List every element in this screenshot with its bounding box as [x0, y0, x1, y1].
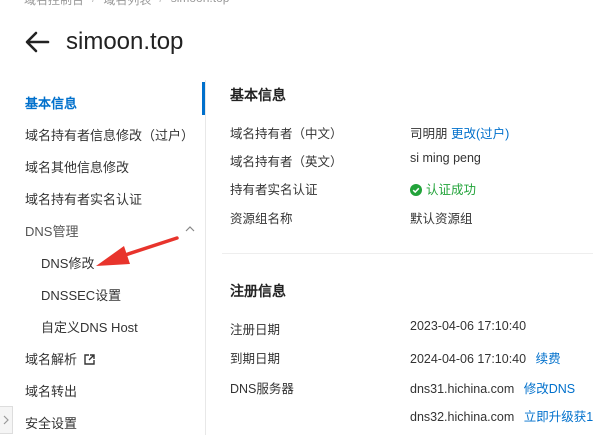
realname-label: 持有者实名认证 [230, 183, 318, 197]
dns1-value: dns31.hichina.com [410, 382, 515, 396]
dns-label: DNS服务器 [230, 382, 294, 396]
holder-cn-value-row: 司明朋 更改(过户) [410, 123, 509, 142]
section-title-registration: 注册信息 [230, 283, 286, 299]
breadcrumb-separator: / [159, 0, 162, 9]
section-divider [222, 253, 593, 254]
holder-en-label: 域名持有者（英文） [230, 155, 343, 169]
breadcrumb: 域名控制台 / 域名列表 / simoon.top [24, 0, 229, 9]
sidebar-item-dnssec[interactable]: DNSSEC设置 [41, 285, 121, 304]
breadcrumb-separator: / [92, 0, 95, 9]
check-circle-icon [410, 184, 422, 196]
dns2-value: dns32.hichina.com [410, 410, 515, 424]
chevron-up-icon[interactable] [185, 224, 195, 234]
upgrade-link[interactable]: 立即升级获10 [524, 410, 593, 424]
dns2-row: dns32.hichina.com 立即升级获10 [410, 406, 593, 425]
breadcrumb-item[interactable]: 域名列表 [103, 0, 151, 9]
exp-date-row: 2024-04-06 17:10:40 续费 [410, 348, 561, 367]
page-header: simoon.top [24, 24, 183, 60]
breadcrumb-item: simoon.top [171, 0, 230, 9]
external-link-icon [83, 354, 95, 365]
annotation-arrow [96, 236, 179, 266]
sidebar-item-dns-modify[interactable]: DNS修改 [41, 253, 94, 272]
dns1-row: dns31.hichina.com 修改DNS [410, 378, 575, 397]
chevron-right-icon [3, 415, 9, 425]
back-arrow-icon[interactable] [24, 29, 50, 55]
page-title: simoon.top [66, 28, 184, 55]
collapse-handle[interactable] [0, 406, 13, 434]
renew-link[interactable]: 续费 [536, 352, 561, 366]
holder-cn-label: 域名持有者（中文） [230, 127, 343, 141]
sidebar-item-resolve[interactable]: 域名解析 [25, 349, 95, 368]
section-title-basic: 基本信息 [230, 87, 286, 103]
holder-en-value: si ming peng [410, 151, 481, 165]
reg-date-value: 2023-04-06 17:10:40 [410, 319, 527, 333]
sidebar-item-basic-info[interactable]: 基本信息 [25, 93, 77, 112]
sidebar-item-realname[interactable]: 域名持有者实名认证 [25, 189, 142, 208]
sidebar-divider [205, 80, 206, 435]
holder-cn-value: 司明朋 [410, 127, 448, 141]
realname-status: 认证成功 [410, 179, 476, 198]
breadcrumb-item[interactable]: 域名控制台 [24, 0, 84, 9]
sidebar-item-holder-change[interactable]: 域名持有者信息修改（过户） [25, 125, 194, 144]
realname-status-text: 认证成功 [426, 183, 477, 197]
change-link[interactable]: 更改 [451, 127, 476, 141]
group-value: 默认资源组 [410, 212, 473, 226]
exp-date-value: 2024-04-06 17:10:40 [410, 352, 527, 366]
group-label: 资源组名称 [230, 212, 293, 226]
sidebar-item-security[interactable]: 安全设置 [25, 413, 77, 432]
sidebar-item-transfer[interactable]: 域名转出 [25, 381, 77, 400]
modify-dns-link[interactable]: 修改DNS [524, 382, 575, 396]
transfer-link[interactable]: (过户) [476, 127, 509, 141]
reg-date-label: 注册日期 [230, 323, 281, 337]
exp-date-label: 到期日期 [230, 352, 281, 366]
sidebar-item-other-info[interactable]: 域名其他信息修改 [25, 157, 129, 176]
sidebar-group-dns-manage[interactable]: DNS管理 [25, 221, 78, 240]
sidebar-item-label: 域名解析 [25, 352, 78, 367]
sidebar-item-custom-dns-host[interactable]: 自定义DNS Host [41, 317, 138, 336]
